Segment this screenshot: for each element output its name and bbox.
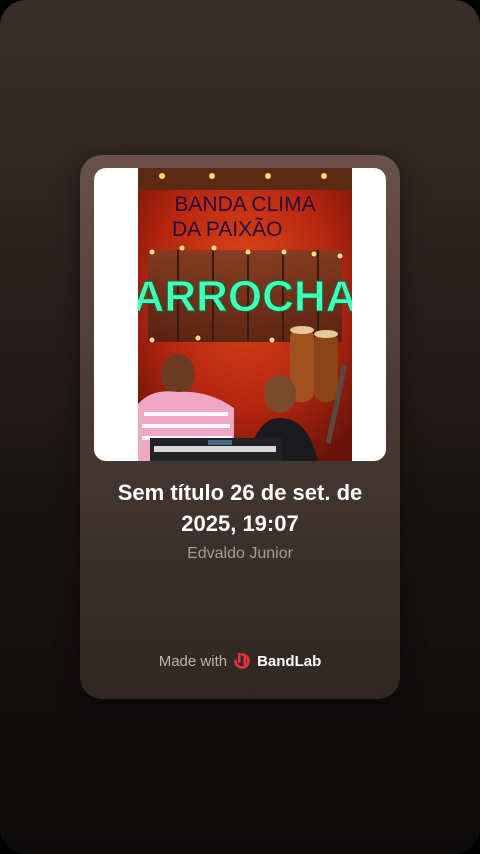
cover-art-frame: BANDA CLIMA DA PAIXÃO ARROCHA bbox=[94, 168, 386, 461]
share-screen: BANDA CLIMA DA PAIXÃO ARROCHA Sem título… bbox=[0, 0, 480, 854]
cover-band-line1: BANDA CLIMA bbox=[174, 193, 315, 216]
made-with-bandlab[interactable]: Made with BandLab bbox=[80, 652, 400, 670]
bandlab-brand: BandLab bbox=[257, 652, 322, 670]
cover-art: BANDA CLIMA DA PAIXÃO ARROCHA bbox=[138, 168, 352, 461]
bandlab-logo-icon bbox=[234, 652, 250, 669]
artist-name[interactable]: Edvaldo Junior bbox=[90, 545, 390, 563]
made-with-label: Made with bbox=[158, 652, 228, 670]
cover-genre: ARROCHA bbox=[138, 272, 352, 321]
track-card[interactable]: BANDA CLIMA DA PAIXÃO ARROCHA Sem título… bbox=[80, 155, 400, 699]
track-title: Sem título 26 de set. de 2025, 19:07 bbox=[117, 480, 363, 536]
cover-band-line2: DA PAIXÃO bbox=[172, 217, 283, 241]
